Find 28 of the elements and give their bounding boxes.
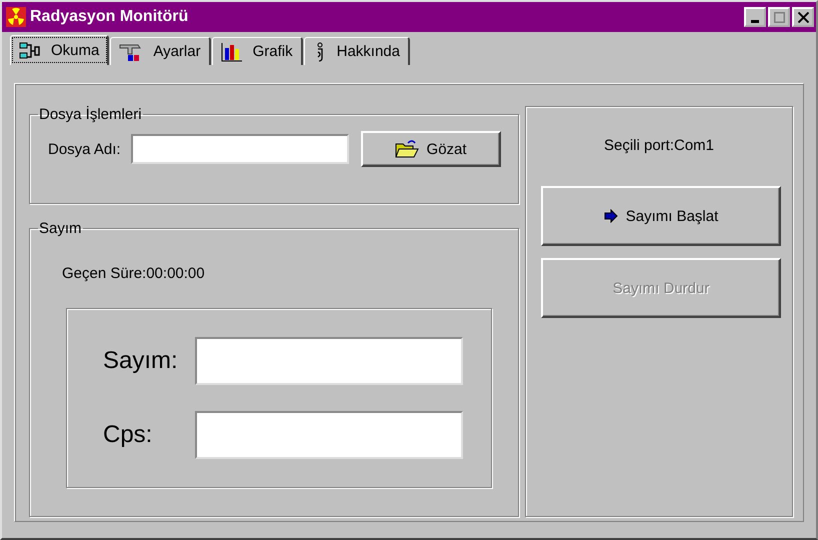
arrow-icon: [604, 209, 618, 223]
group-title: Sayım: [38, 220, 83, 237]
tab[interactable]: Okuma: [10, 35, 110, 65]
port-label: Seçili port:Com1: [604, 137, 714, 154]
elapsed-time: Geçen Süre:00:00:00: [61, 264, 206, 282]
tab[interactable]: Hakkında: [304, 37, 410, 65]
field-label: Dosya Adı:: [48, 140, 121, 158]
start-button[interactable]: Sayımı Başlat: [541, 186, 781, 246]
maximize-icon: [774, 12, 784, 22]
field-label: Sayım:: [103, 347, 179, 375]
window-title: Radyasyon Monitörü: [30, 8, 190, 26]
tab[interactable]: Grafik: [212, 37, 303, 65]
minimize-icon: [751, 20, 759, 23]
browse-button[interactable]: Gözat: [360, 131, 501, 167]
tab[interactable]: Ayarlar: [110, 37, 211, 65]
folder-icon: [394, 139, 419, 159]
file-name-field[interactable]: [130, 134, 349, 164]
group-title: Dosya İşlemleri: [38, 106, 143, 123]
close-icon: [798, 12, 808, 22]
tools-icon: [119, 42, 144, 62]
counter-field[interactable]: [195, 411, 463, 459]
radiation-icon: [6, 7, 26, 27]
field-label: Cps:: [103, 421, 154, 449]
bar-chart-icon: [220, 42, 243, 62]
counter-field[interactable]: [195, 337, 463, 385]
close-button[interactable]: [792, 7, 814, 27]
minimize-button[interactable]: [744, 7, 766, 27]
network-icon: [19, 42, 41, 60]
